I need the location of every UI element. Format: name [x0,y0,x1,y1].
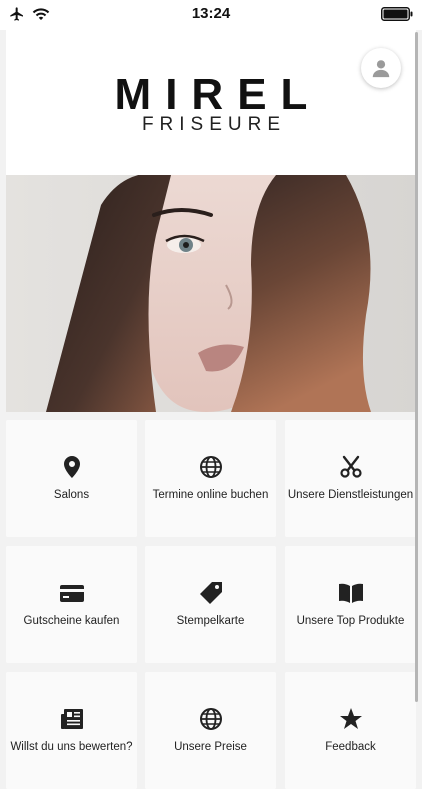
logo-subtitle: FRISEURE [141,114,287,135]
tile-label: Feedback [325,741,376,753]
credit-card-icon [59,585,84,602]
tile-label: Stempelkarte [176,615,245,627]
map-pin-icon [63,456,80,478]
tile-gutscheine-kaufen[interactable]: Gutscheine kaufen [6,546,137,663]
scrollbar[interactable] [415,32,418,702]
star-icon [339,708,362,729]
book-icon [338,583,363,603]
tile-feedback[interactable]: Feedback [285,672,416,789]
status-time: 13:24 [191,5,231,22]
newspaper-icon [60,709,83,729]
tile-willst-du-uns-bewerten[interactable]: Willst du uns bewerten? [6,672,137,789]
tile-label: Unsere Top Produkte [296,615,405,627]
tile-unsere-top-produkte[interactable]: Unsere Top Produkte [285,546,416,663]
tile-unsere-preise[interactable]: Unsere Preise [145,672,276,789]
hero-image [6,175,416,412]
globe-icon [199,708,222,730]
tile-label: Unsere Dienstleistungen [287,489,414,501]
user-icon [372,60,390,78]
tile-label: Unsere Preise [174,741,247,753]
scissors-icon [339,455,362,478]
battery-icon [381,7,413,26]
main-content: MIREL FRISEURE Salons Termine online buc… [6,30,416,789]
tag-icon [199,582,222,604]
tile-label: Salons [53,489,90,501]
tile-unsere-dienstleistungen[interactable]: Unsere Dienstleistungen [285,420,416,537]
globe-icon [199,456,222,478]
tile-label: Willst du uns bewerten? [10,741,133,753]
logo-title: MIREL [114,70,322,119]
profile-button[interactable] [361,48,401,88]
status-bar: 13:24 [0,0,422,30]
header: MIREL FRISEURE [6,30,416,175]
tile-label: Termine online buchen [152,489,269,501]
tile-salons[interactable]: Salons [6,420,137,537]
tile-label: Gutscheine kaufen [23,615,120,627]
tile-termine-online-buchen[interactable]: Termine online buchen [145,420,276,537]
tile-stempelkarte[interactable]: Stempelkarte [145,546,276,663]
